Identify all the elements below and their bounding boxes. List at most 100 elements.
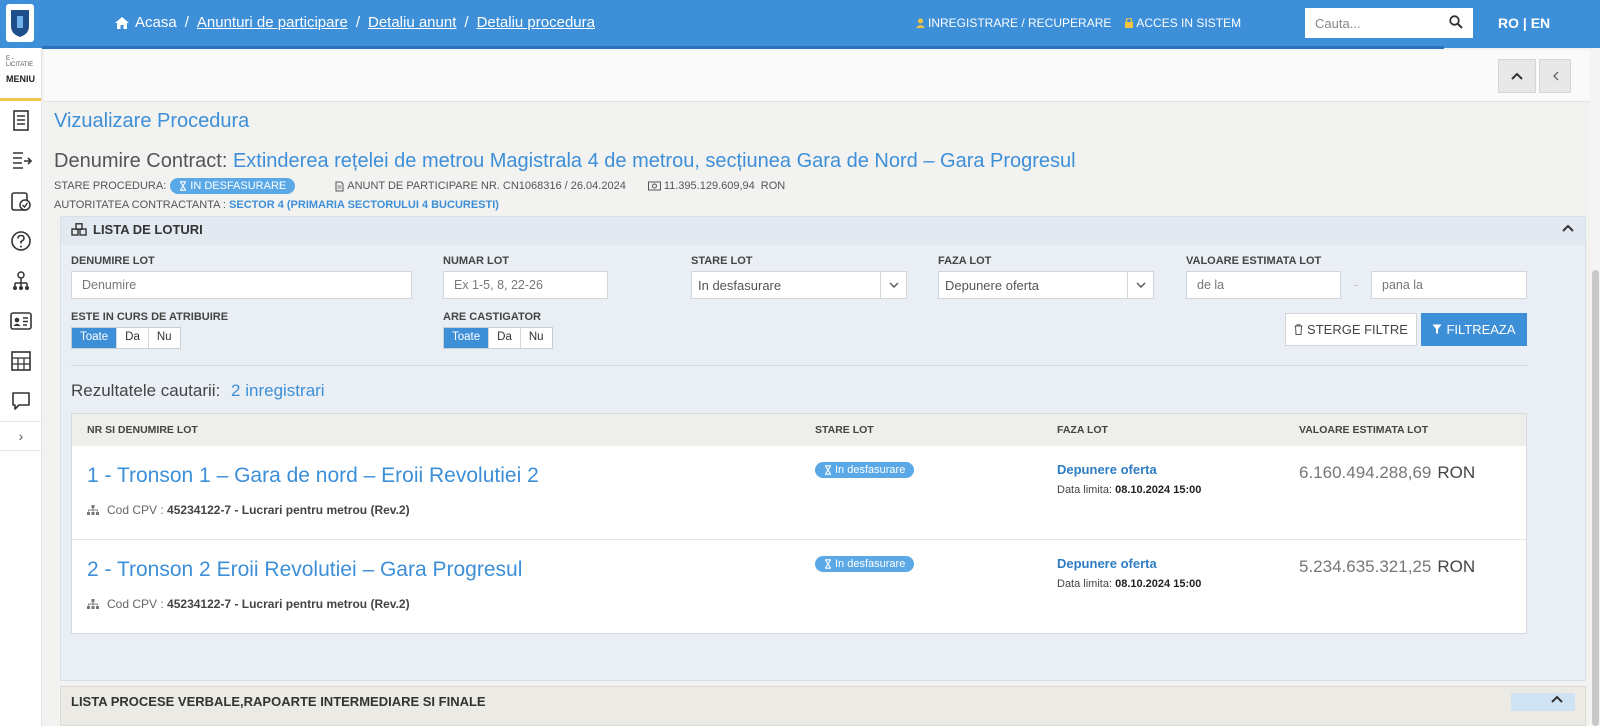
- chevron-right-icon: ›: [18, 428, 24, 444]
- status-label: STARE PROCEDURA:: [54, 180, 167, 192]
- deadline-label: Data limita:: [1057, 484, 1113, 496]
- access-link[interactable]: ACCES IN SISTEM: [1125, 16, 1241, 30]
- document-list-icon: [13, 110, 29, 131]
- id-card-icon: [10, 312, 32, 330]
- sitemap-icon: [87, 599, 99, 609]
- chevron-up-icon[interactable]: [1561, 223, 1575, 233]
- back-button[interactable]: [1539, 59, 1571, 93]
- filter-awarding-label: ESTE IN CURS DE ATRIBUIRE: [71, 311, 229, 323]
- clear-filters-label: STERGE FILTRE: [1307, 322, 1408, 337]
- help-icon: [11, 231, 31, 251]
- awarding-option-no[interactable]: Nu: [149, 328, 180, 348]
- column-header-value: VALOARE ESTIMATA LOT: [1299, 424, 1429, 436]
- sidebar-item-help[interactable]: [0, 221, 42, 261]
- register-link[interactable]: INREGISTRARE / RECUPERARE: [916, 16, 1111, 30]
- lot-state-text: In desfasurare: [835, 464, 906, 476]
- lot-value-currency: RON: [1437, 463, 1476, 482]
- lot-name-link[interactable]: 2 - Tronson 2 Eroii Revolutiei – Gara Pr…: [87, 558, 522, 582]
- sidebar-item-clipboard[interactable]: [0, 181, 42, 221]
- sidebar-item-documents[interactable]: [0, 101, 42, 141]
- search-results-summary: Rezultatele cautarii: 2 inregistrari: [71, 381, 325, 401]
- cubes-icon: [71, 223, 87, 236]
- winner-option-yes[interactable]: Da: [489, 328, 521, 348]
- menu-toggle[interactable]: MENIU: [0, 74, 41, 101]
- export-icon: [13, 152, 32, 169]
- sitemap-icon: [87, 505, 99, 515]
- sidebar-brand: E - LICITATIE: [6, 56, 34, 68]
- status-badge: IN DESFASURARE: [170, 178, 296, 194]
- chevron-left-icon: [1552, 71, 1558, 81]
- awarding-option-yes[interactable]: Da: [117, 328, 149, 348]
- deadline-value: 08.10.2024 15:00: [1115, 578, 1202, 590]
- range-separator: -: [1354, 277, 1359, 292]
- awarding-toggle-group: Toate Da Nu: [71, 327, 181, 349]
- status-value: IN DESFASURARE: [190, 180, 287, 192]
- winner-toggle-group: Toate Da Nu: [443, 327, 553, 349]
- estimate-to-input[interactable]: [1371, 271, 1527, 299]
- column-header-phase: FAZA LOT: [1057, 424, 1108, 436]
- breadcrumb-home[interactable]: Acasa: [114, 14, 177, 31]
- lot-state-select[interactable]: In desfasurare: [691, 271, 907, 299]
- breadcrumb-anunturi[interactable]: Anunturi de participare: [197, 14, 348, 31]
- breadcrumb: Acasa / Anunturi de participare / Detali…: [114, 14, 595, 31]
- winner-option-no[interactable]: Nu: [521, 328, 552, 348]
- lot-name-link[interactable]: 1 - Tronson 1 – Gara de nord – Eroii Rev…: [87, 464, 539, 488]
- filter-button[interactable]: FILTREAZA: [1421, 313, 1527, 346]
- search-input[interactable]: [1305, 8, 1473, 38]
- cpv-label: Cod CPV :: [107, 503, 164, 517]
- table-header: NR SI DENUMIRE LOT STARE LOT FAZA LOT VA…: [72, 414, 1526, 446]
- estimate-from-input[interactable]: [1186, 271, 1341, 299]
- deadline-label: Data limita:: [1057, 578, 1113, 590]
- contract-title: Denumire Contract: Extinderea rețelei de…: [54, 150, 1076, 173]
- account-links: INREGISTRARE / RECUPERARE ACCES IN SISTE…: [916, 16, 1241, 30]
- chevron-down-icon: [1127, 272, 1153, 298]
- lot-number-input[interactable]: [443, 271, 608, 299]
- reports-panel-toggle[interactable]: [1511, 693, 1575, 711]
- filter-name-label: DENUMIRE LOT: [71, 255, 155, 267]
- user-icon: [916, 18, 925, 28]
- logo[interactable]: [6, 4, 34, 42]
- clear-filters-button[interactable]: STERGE FILTRE: [1285, 313, 1417, 346]
- lot-phase-value: Depunere oferta: [945, 278, 1039, 293]
- sidebar-item-id-card[interactable]: [0, 301, 42, 341]
- access-label: ACCES IN SISTEM: [1136, 16, 1242, 30]
- breadcrumb-detaliu-anunt[interactable]: Detaliu anunt: [368, 14, 456, 31]
- column-header-state: STARE LOT: [815, 424, 874, 436]
- cpv-value: 45234122-7 - Lucrari pentru metrou (Rev.…: [167, 597, 410, 611]
- authority-link[interactable]: SECTOR 4 (PRIMARIA SECTORULUI 4 BUCUREST…: [229, 199, 499, 211]
- scrollbar-thumb[interactable]: [1592, 270, 1599, 726]
- filter-state-label: STARE LOT: [691, 255, 753, 267]
- hourglass-icon: [180, 181, 187, 191]
- procedure-currency: RON: [760, 180, 786, 192]
- winner-option-all[interactable]: Toate: [444, 328, 490, 348]
- sidebar-item-users[interactable]: [0, 261, 42, 301]
- hourglass-icon: [825, 465, 831, 475]
- sidebar-expand-button[interactable]: ›: [0, 421, 42, 451]
- breadcrumb-detaliu-procedura[interactable]: Detaliu procedura: [477, 14, 595, 31]
- sidebar-item-calendar[interactable]: [0, 341, 42, 381]
- lot-deadline: Data limita: 08.10.2024 15:00: [1057, 484, 1201, 496]
- results-label: Rezultatele cautarii:: [71, 381, 221, 400]
- calendar-grid-icon: [11, 351, 31, 371]
- lot-cpv: Cod CPV : 45234122-7 - Lucrari pentru me…: [87, 503, 410, 517]
- lots-panel-header[interactable]: LISTA DE LOTURI: [61, 217, 1585, 245]
- home-icon: [115, 16, 129, 29]
- scroll-top-button[interactable]: [1498, 59, 1536, 93]
- language-switch[interactable]: RO | EN: [1498, 15, 1550, 31]
- lot-state-badge: In desfasurare: [815, 462, 915, 478]
- search-icon[interactable]: [1449, 15, 1463, 29]
- sidebar-item-export[interactable]: [0, 141, 42, 181]
- awarding-option-all[interactable]: Toate: [72, 328, 118, 348]
- lot-value: 6.160.494.288,69 RON: [1299, 463, 1475, 483]
- notice-text: ANUNT DE PARTICIPARE NR. CN1068316 / 26.…: [347, 180, 626, 192]
- table-row: 1 - Tronson 1 – Gara de nord – Eroii Rev…: [72, 446, 1526, 540]
- reports-panel[interactable]: LISTA PROCESE VERBALE,RAPOARTE INTERMEDI…: [60, 686, 1586, 726]
- lot-value-amount: 6.160.494.288,69: [1299, 463, 1432, 482]
- lot-value-currency: RON: [1437, 557, 1476, 576]
- sidebar-item-chat[interactable]: [0, 381, 42, 421]
- lot-phase-select[interactable]: Depunere oferta: [938, 271, 1154, 299]
- lot-name-input[interactable]: [71, 271, 412, 299]
- clipboard-check-icon: [11, 192, 31, 211]
- column-header-name: NR SI DENUMIRE LOT: [87, 424, 198, 436]
- lot-value: 5.234.635.321,25 RON: [1299, 557, 1475, 577]
